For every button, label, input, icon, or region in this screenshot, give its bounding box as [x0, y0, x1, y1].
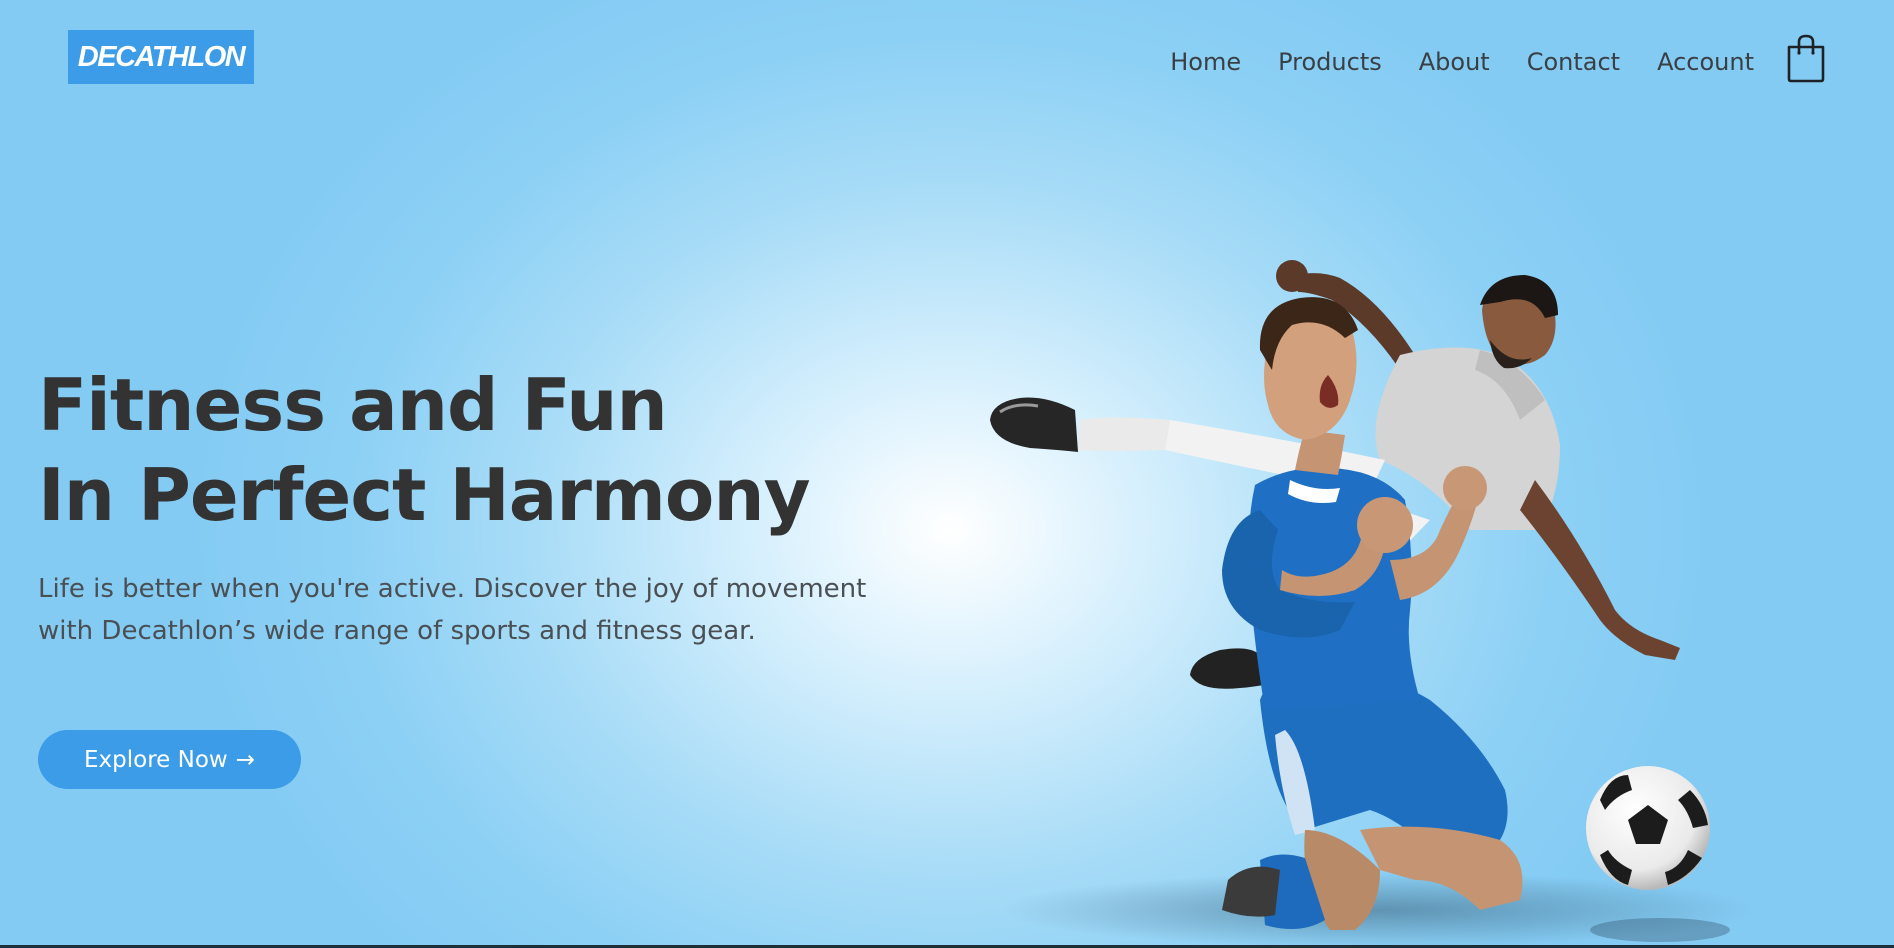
nav-contact-link[interactable]: Contact	[1527, 44, 1620, 80]
subtext-line-2: with Decathlon’s wide range of sports an…	[38, 616, 756, 646]
arrow-right-icon: →	[235, 746, 255, 773]
nav-account-link[interactable]: Account	[1657, 44, 1754, 80]
main-nav: Home Products About Contact Account	[1170, 44, 1754, 80]
explore-now-label: Explore Now	[84, 746, 228, 773]
logo-text: DECATHLON	[77, 40, 246, 73]
subtext-line-1: Life is better when you're active. Disco…	[38, 574, 867, 604]
nav-about-link[interactable]: About	[1419, 44, 1490, 80]
shopping-bag-icon	[1787, 34, 1825, 83]
cart-button[interactable]	[1786, 33, 1826, 83]
explore-now-button[interactable]: Explore Now →	[38, 730, 301, 789]
football-players-illustration	[990, 260, 1760, 948]
headline-line-2: In Perfect Harmony	[38, 453, 811, 537]
headline-line-1: Fitness and Fun	[38, 363, 668, 447]
landing-page: DECATHLON Home Products About Contact Ac…	[0, 0, 1894, 948]
hero-subtext: Life is better when you're active. Disco…	[38, 568, 938, 652]
nav-products-link[interactable]: Products	[1278, 44, 1382, 80]
nav-home-link[interactable]: Home	[1170, 44, 1241, 80]
hero-headline: Fitness and Fun In Perfect Harmony	[38, 360, 811, 540]
brand-logo[interactable]: DECATHLON	[68, 30, 254, 84]
